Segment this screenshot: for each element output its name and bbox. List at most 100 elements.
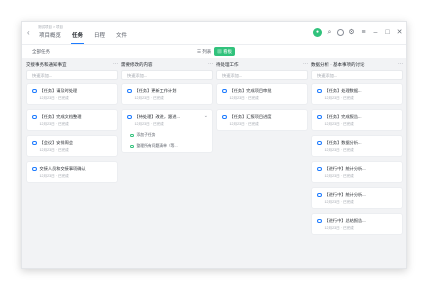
checkbox-icon[interactable] xyxy=(317,114,322,120)
task-card[interactable]: 【任务】完成文档整理 12月23日 · 已完成 xyxy=(26,109,118,131)
task-date: 12月23日 · 已完成 xyxy=(324,200,354,204)
back-arrow-icon[interactable]: ‹ xyxy=(27,28,30,37)
task-card[interactable]: 【进行中】统计分析... 12月23日 · 已完成 xyxy=(311,187,403,209)
more-icon[interactable]: ··· xyxy=(398,59,403,70)
checkbox-icon[interactable] xyxy=(222,114,227,120)
chevron-down-icon[interactable]: ⌄ xyxy=(204,113,208,119)
checkbox-icon[interactable] xyxy=(130,144,134,149)
checkbox-icon[interactable] xyxy=(317,218,322,224)
tab-tasks[interactable]: 任务 xyxy=(71,32,85,44)
task-date: 12月23日 · 已完成 xyxy=(324,122,354,126)
task-date: 12月23日 · 已完成 xyxy=(134,122,164,126)
task-title: 【任务】完成文档整理 xyxy=(39,114,82,119)
task-date: 12月23日 · 已完成 xyxy=(324,148,354,152)
kanban-column: 待处理工作 ··· 快速添加... 【任务】完成项目审批 12月23日 · 已完… xyxy=(216,59,308,268)
settings-icon[interactable]: ⚙ xyxy=(347,28,356,37)
kanban-column: 交接事务和通知事宜 ··· 快速添加... 【任务】请及时处理 12月23日 ·… xyxy=(26,59,118,268)
list-view-label: 列表 xyxy=(202,49,212,54)
task-filter[interactable]: 全部任务 xyxy=(32,49,50,55)
task-title: 【任务】汇报项目进度 xyxy=(229,114,272,119)
task-title: 【任务】完成报告... xyxy=(324,114,362,119)
task-title: 【任务】请及时处理 xyxy=(39,88,78,93)
checkbox-icon[interactable] xyxy=(317,140,322,146)
tab-schedule[interactable]: 日程 xyxy=(93,32,106,44)
task-card[interactable]: 【任务】完成项目审批 12月23日 · 已完成 xyxy=(216,83,308,105)
checkbox-icon[interactable] xyxy=(32,140,37,146)
quick-add-input[interactable]: 快速添加... xyxy=(26,70,118,80)
checkbox-icon[interactable] xyxy=(127,88,132,94)
task-title: 【任务】处理数据... xyxy=(324,88,362,93)
minimize-icon[interactable]: – xyxy=(371,28,380,37)
task-card[interactable]: 【任务】汇报项目进度 12月23日 · 已完成 xyxy=(216,109,308,131)
board-view-label: 看板 xyxy=(223,49,233,54)
subtask-item[interactable]: 添加子任务 xyxy=(130,133,208,138)
task-card[interactable]: 【任务】更新工作计划 12月23日 · 已完成 xyxy=(121,83,213,105)
task-card[interactable]: 【会议】安排周会 12月23日 · 已完成 xyxy=(26,135,118,157)
task-date: 12月23日 · 已完成 xyxy=(39,148,69,152)
task-title: 【进行中】统计分析... xyxy=(324,192,366,197)
kanban-column: 需要修改的内容 ··· 快速添加... 【任务】更新工作计划 12月23日 · … xyxy=(121,59,213,268)
task-title: 【进行中】总结报告... xyxy=(324,218,366,223)
checkbox-icon[interactable] xyxy=(32,88,37,94)
title-bar: ‹ 测试项目 > 项目 项目概览 任务 日程 文件 ● ⌕ ⚙ ≡ – □ ✕ xyxy=(22,22,406,44)
task-date: 12月23日 · 已完成 xyxy=(39,122,69,126)
quick-add-input[interactable]: 快速添加... xyxy=(121,70,213,80)
tab-bar: 项目概览 任务 日程 文件 xyxy=(38,32,137,44)
more-icon[interactable]: ··· xyxy=(113,59,118,70)
clock-icon[interactable] xyxy=(337,29,344,36)
app-window: ‹ 测试项目 > 项目 项目概览 任务 日程 文件 ● ⌕ ⚙ ≡ – □ ✕ … xyxy=(21,21,407,269)
task-card[interactable]: 【任务】请及时处理 12月23日 · 已完成 xyxy=(26,83,118,105)
checkbox-icon[interactable] xyxy=(317,192,322,198)
close-icon[interactable]: ✕ xyxy=(395,28,404,37)
column-header: 交接事务和通知事宜 ··· xyxy=(26,59,118,70)
more-icon[interactable]: ··· xyxy=(303,59,308,70)
checkbox-icon[interactable] xyxy=(317,166,322,172)
more-icon[interactable]: ··· xyxy=(208,59,213,70)
task-date: 12月23日 · 已完成 xyxy=(324,174,354,178)
checkbox-icon[interactable] xyxy=(32,114,37,120)
task-title: 交接人员和交接事项确认 xyxy=(39,166,86,171)
task-title: 【任务】更新工作计划 xyxy=(134,88,177,93)
window-controls: ● ⌕ ⚙ ≡ – □ ✕ xyxy=(310,28,404,37)
breadcrumb: 测试项目 > 项目 xyxy=(38,25,63,29)
task-date: 12月23日 · 已完成 xyxy=(39,96,69,100)
task-date: 12月23日 · 已完成 xyxy=(39,174,69,178)
tab-files[interactable]: 文件 xyxy=(115,32,128,44)
task-date: 12月23日 · 已完成 xyxy=(324,226,354,230)
task-card[interactable]: 交接人员和交接事项确认 12月23日 · 已完成 xyxy=(26,161,118,183)
menu-icon[interactable]: ≡ xyxy=(359,28,368,37)
checkbox-icon[interactable] xyxy=(32,166,37,172)
task-title: 【进行中】统计分析... xyxy=(324,166,366,171)
subtask-label: 整理所有问题清单（等... xyxy=(136,144,178,148)
search-icon[interactable]: ⌕ xyxy=(325,28,334,37)
checkbox-icon[interactable] xyxy=(222,88,227,94)
task-card[interactable]: 【任务】处理数据... 12月23日 · 已完成 xyxy=(311,83,403,105)
column-header: 需要修改的内容 ··· xyxy=(121,59,213,70)
task-card[interactable]: 【任务】数据分析... 12月23日 · 已完成 xyxy=(311,135,403,157)
task-card[interactable]: 【进行中】总结报告... 12月23日 · 已完成 xyxy=(311,213,403,235)
checkbox-icon[interactable] xyxy=(130,133,134,138)
list-view-button[interactable]: ☰ 列表 xyxy=(194,47,214,56)
subtask-label: 添加子任务 xyxy=(136,133,156,137)
quick-add-input[interactable]: 快速添加... xyxy=(216,70,308,80)
status-icon[interactable]: ● xyxy=(313,28,322,37)
task-title: 【任务】完成项目审批 xyxy=(229,88,272,93)
maximize-icon[interactable]: □ xyxy=(383,28,392,37)
column-title: 待处理工作 xyxy=(216,62,239,67)
quick-add-input[interactable]: 快速添加... xyxy=(311,70,403,80)
task-date: 12月23日 · 已完成 xyxy=(229,96,259,100)
column-header: 待处理工作 ··· xyxy=(216,59,308,70)
task-card[interactable]: ⌄ 【待处理】改进，跟进... 12月23日 · 已完成 添加子任务 整理所有问… xyxy=(121,109,213,153)
task-title: 【任务】数据分析... xyxy=(324,140,362,145)
view-mode-switch: ☰ 列表 ▦ 看板 xyxy=(194,47,236,56)
task-card[interactable]: 【进行中】统计分析... 12月23日 · 已完成 xyxy=(311,161,403,183)
checkbox-icon[interactable] xyxy=(317,88,322,94)
tab-overview[interactable]: 项目概览 xyxy=(38,32,62,44)
checkbox-icon[interactable] xyxy=(127,114,132,120)
subtask-item[interactable]: 整理所有问题清单（等... xyxy=(130,144,208,149)
task-title: 【待处理】改进，跟进... xyxy=(134,114,180,119)
task-card[interactable]: 【任务】完成报告... 12月23日 · 已完成 xyxy=(311,109,403,131)
board-view-button[interactable]: ▦ 看板 xyxy=(214,47,236,56)
task-title: 【会议】安排周会 xyxy=(39,140,74,145)
task-date: 12月23日 · 已完成 xyxy=(229,122,259,126)
